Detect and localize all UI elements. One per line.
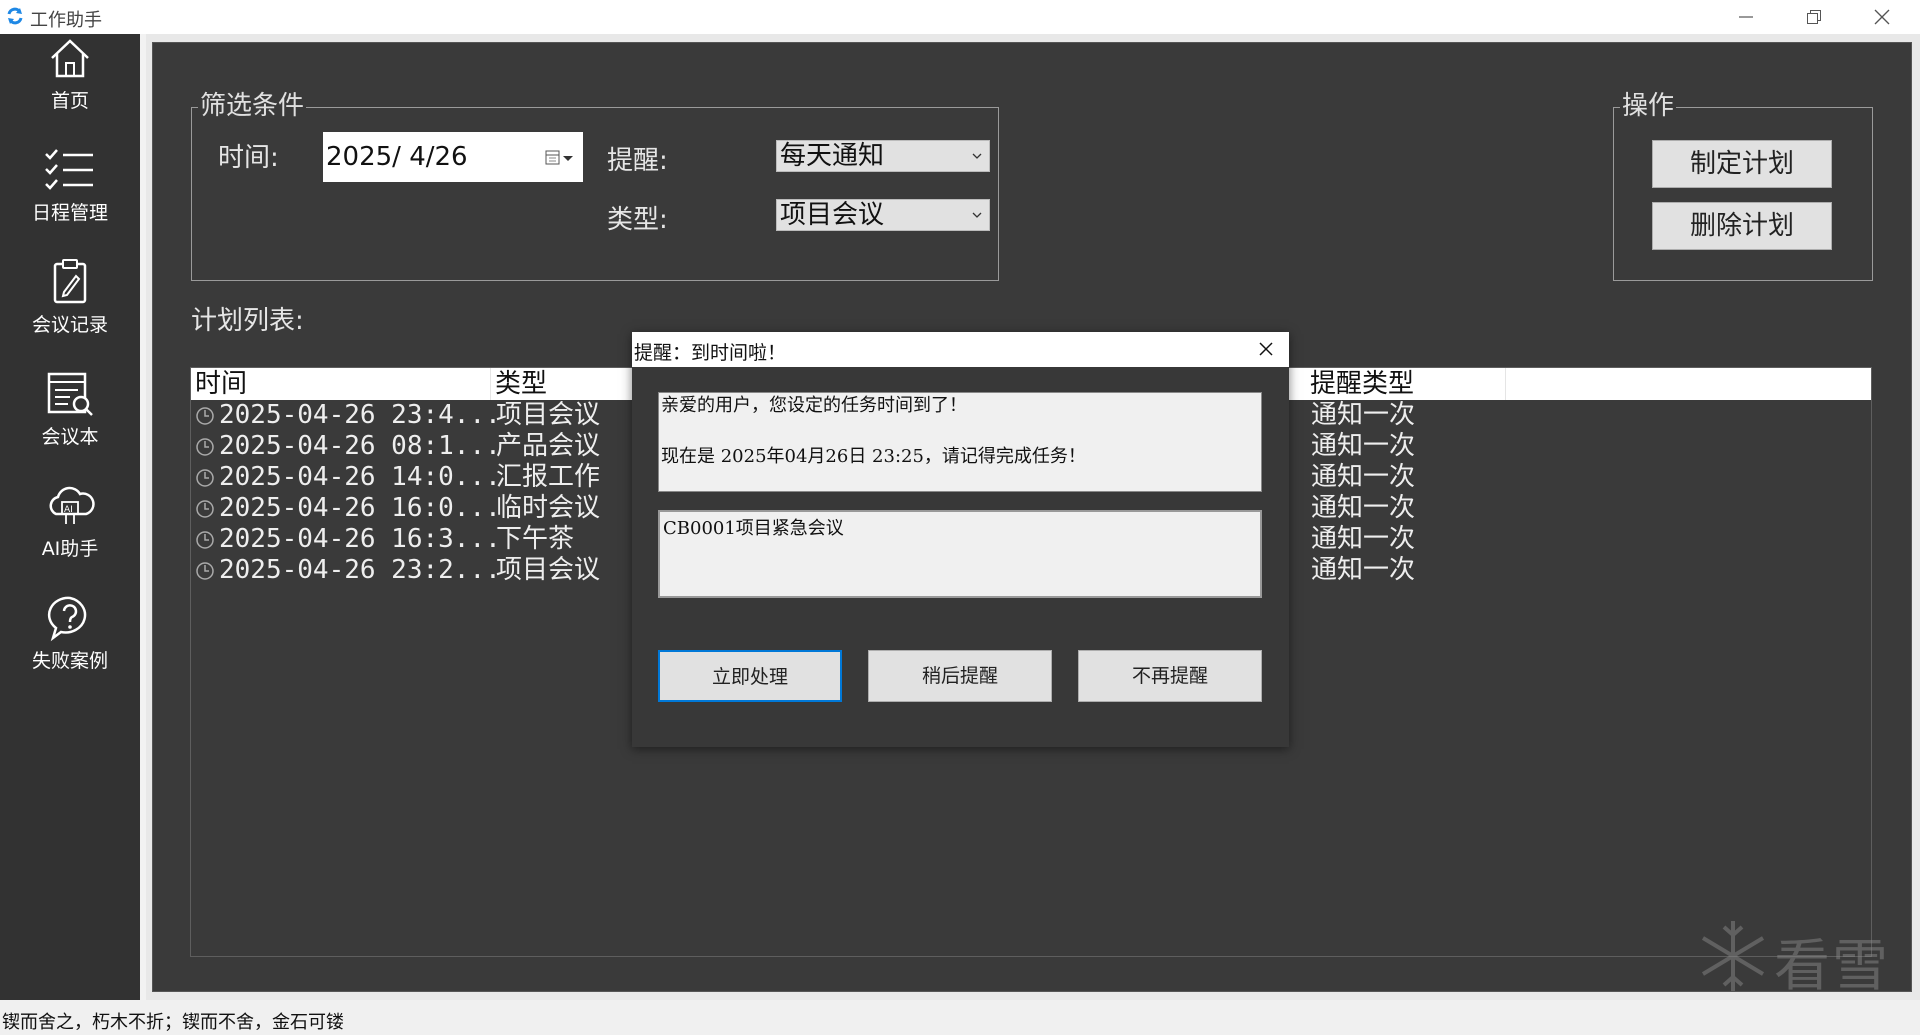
task-text: CB0001项目紧急会议 <box>663 518 844 539</box>
chevron-down-icon <box>972 212 982 218</box>
date-picker[interactable]: 2025/ 4/26 <box>323 132 583 182</box>
checklist-icon <box>45 149 93 190</box>
row-remind-type: 通知一次 <box>1311 493 1416 523</box>
close-icon <box>1259 342 1273 356</box>
svg-text:AI: AI <box>64 505 73 515</box>
remind-label: 提醒: <box>607 146 668 176</box>
watermark-text: 看雪 <box>1774 934 1890 999</box>
clock-icon <box>196 562 214 580</box>
row-time: 2025-04-26 14:0... <box>219 462 501 492</box>
sidebar-item-failure-cases[interactable]: 失败案例 <box>0 594 140 694</box>
sidebar-label-schedule: 日程管理 <box>31 202 108 224</box>
date-value: 2025/ 4/26 <box>326 142 468 172</box>
row-type: 项目会议 <box>496 555 601 585</box>
remind-later-button[interactable]: 稍后提醒 <box>868 650 1052 702</box>
row-remind-type: 通知一次 <box>1311 400 1416 430</box>
restore-button[interactable] <box>1780 0 1848 34</box>
row-remind-type: 通知一次 <box>1311 555 1416 585</box>
row-type: 临时会议 <box>496 493 601 523</box>
sidebar-label-ai-assistant: AI助手 <box>41 538 99 560</box>
row-type: 项目会议 <box>496 400 601 430</box>
type-select[interactable]: 项目会议 <box>776 199 990 231</box>
close-icon <box>1874 9 1890 25</box>
home-icon <box>51 39 89 78</box>
filter-title: 筛选条件 <box>198 91 307 121</box>
message-line-1: 亲爱的用户，您设定的任务时间到了！ <box>661 395 967 416</box>
clock-icon <box>196 469 214 487</box>
type-label: 类型: <box>607 205 668 235</box>
delete-plan-button[interactable]: 删除计划 <box>1652 202 1832 250</box>
status-text: 锲而舍之，朽木不折；锲而不舍，金石可镂 <box>2 1012 344 1033</box>
reminder-dialog: 提醒：到时间啦！ 亲爱的用户，您设定的任务时间到了！ 现在是 2025年04月2… <box>632 332 1289 747</box>
sidebar: 首页 日程管理 会议记录 会议本 AI AI助手 失败案例 <box>0 34 140 1000</box>
handle-now-button[interactable]: 立即处理 <box>658 650 842 702</box>
sidebar-item-meeting-records[interactable]: 会议记录 <box>0 258 140 358</box>
message-line-2: 现在是 2025年04月26日 23:25，请记得完成任务！ <box>661 446 1086 467</box>
clock-icon <box>196 500 214 518</box>
row-remind-type: 通知一次 <box>1311 462 1416 492</box>
clock-icon <box>196 438 214 456</box>
sidebar-label-notebook: 会议本 <box>41 426 99 448</box>
app-refresh-icon <box>7 7 23 25</box>
sidebar-item-ai-assistant[interactable]: AI AI助手 <box>0 482 140 582</box>
column-header-remind-type[interactable]: 提醒类型 <box>1306 368 1506 400</box>
window-titlebar: 工作助手 <box>0 0 1920 34</box>
time-label: 时间: <box>218 143 279 173</box>
minimize-icon <box>1739 16 1753 18</box>
sidebar-label-failure-cases: 失败案例 <box>31 650 108 672</box>
row-type: 下午茶 <box>496 524 575 554</box>
plan-list-title: 计划列表: <box>191 306 304 336</box>
row-time: 2025-04-26 23:2... <box>219 555 501 585</box>
row-time: 2025-04-26 16:3... <box>219 524 501 554</box>
row-type: 产品会议 <box>496 431 601 461</box>
row-remind-type: 通知一次 <box>1311 524 1416 554</box>
chevron-down-icon <box>972 153 982 159</box>
operations-groupbox: 操作 制定计划 删除计划 <box>1613 91 1873 281</box>
column-header-time[interactable]: 时间 <box>191 368 491 400</box>
row-time: 2025-04-26 23:4... <box>219 400 501 430</box>
sidebar-label-home: 首页 <box>50 90 89 112</box>
row-time: 2025-04-26 16:0... <box>219 493 501 523</box>
minimize-button[interactable] <box>1712 0 1780 34</box>
type-value: 项目会议 <box>780 200 885 230</box>
reminder-message: 亲爱的用户，您设定的任务时间到了！ 现在是 2025年04月26日 23:25，… <box>658 392 1262 492</box>
sidebar-item-home[interactable]: 首页 <box>0 34 140 134</box>
sidebar-label-meeting-records: 会议记录 <box>31 314 108 336</box>
task-textbox[interactable]: CB0001项目紧急会议 <box>658 510 1262 598</box>
close-window-button[interactable] <box>1848 0 1916 34</box>
create-plan-button[interactable]: 制定计划 <box>1652 140 1832 188</box>
filter-groupbox: 筛选条件 时间: 2025/ 4/26 提醒: 每天通知 类型: 项目会议 <box>191 91 999 281</box>
dialog-title: 提醒：到时间啦！ <box>634 342 787 364</box>
notebook-search-icon <box>47 372 93 416</box>
window-title: 工作助手 <box>30 10 102 31</box>
watermark: 看雪 <box>1698 917 1898 999</box>
row-type: 汇报工作 <box>496 462 601 492</box>
operations-title: 操作 <box>1620 91 1677 121</box>
remind-value: 每天通知 <box>780 141 885 171</box>
row-remind-type: 通知一次 <box>1311 431 1416 461</box>
ai-cloud-icon: AI <box>49 486 95 524</box>
sidebar-item-schedule[interactable]: 日程管理 <box>0 146 140 246</box>
calendar-dropdown-icon[interactable] <box>545 149 575 167</box>
snowflake-icon <box>1701 921 1765 991</box>
remind-select[interactable]: 每天通知 <box>776 140 990 172</box>
no-more-remind-button[interactable]: 不再提醒 <box>1078 650 1262 702</box>
dialog-close-button[interactable] <box>1243 332 1289 367</box>
clock-icon <box>196 407 214 425</box>
clipboard-icon <box>53 259 87 304</box>
dialog-titlebar: 提醒：到时间啦！ <box>632 332 1289 367</box>
status-bar: 锲而舍之，朽木不折；锲而不舍，金石可镂 <box>0 1000 1920 1035</box>
question-bubble-icon <box>47 596 87 642</box>
sidebar-item-notebook[interactable]: 会议本 <box>0 370 140 470</box>
clock-icon <box>196 531 214 549</box>
restore-icon <box>1807 10 1821 24</box>
row-time: 2025-04-26 08:1... <box>219 431 501 461</box>
